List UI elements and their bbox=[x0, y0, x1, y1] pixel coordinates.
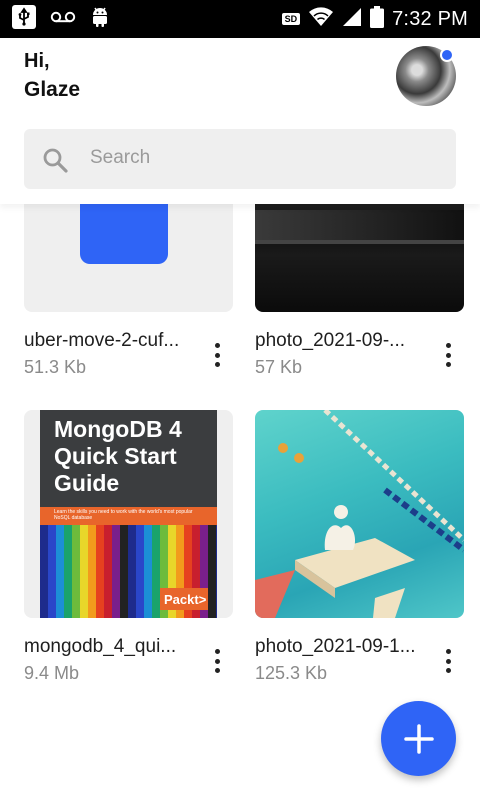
book-title: MongoDB 4 Quick Start Guide bbox=[54, 416, 182, 497]
book-tagline-band: Learn the skills you need to work with t… bbox=[40, 507, 217, 525]
status-bar: SD 7:32 PM bbox=[0, 0, 480, 38]
status-left bbox=[12, 4, 110, 34]
search-bar[interactable] bbox=[24, 129, 456, 189]
add-file-button[interactable] bbox=[381, 701, 456, 776]
battery-icon bbox=[370, 5, 385, 33]
wifi-icon bbox=[308, 6, 334, 32]
android-icon bbox=[90, 6, 110, 33]
file-thumbnail[interactable]: MongoDB 4 Quick Start Guide Learn the sk… bbox=[24, 410, 233, 618]
book-cover: MongoDB 4 Quick Start Guide Learn the sk… bbox=[40, 410, 217, 618]
username: Glaze bbox=[24, 78, 81, 101]
publisher-logo: Packt> bbox=[160, 588, 208, 610]
usb-icon bbox=[12, 4, 36, 34]
file-size: 51.3 Kb bbox=[24, 357, 87, 377]
plus-icon bbox=[403, 723, 434, 754]
file-size: 9.4 Mb bbox=[24, 663, 80, 683]
signal-icon bbox=[342, 7, 362, 32]
file-thumbnail[interactable] bbox=[255, 410, 464, 618]
file-name: uber-move-2-cuf... bbox=[24, 330, 180, 351]
more-vert-icon[interactable] bbox=[207, 340, 227, 370]
file-name: photo_2021-09-... bbox=[255, 330, 406, 351]
book-title-line: Quick Start bbox=[54, 443, 177, 469]
status-time: 7:32 PM bbox=[392, 7, 468, 30]
status-right: SD 7:32 PM bbox=[281, 5, 468, 33]
greeting: Hi, bbox=[24, 50, 50, 72]
pool-illustration bbox=[255, 410, 464, 618]
file-size: 125.3 Kb bbox=[255, 663, 328, 683]
photo-detail bbox=[255, 210, 464, 240]
more-vert-icon[interactable] bbox=[438, 646, 458, 676]
voicemail-icon bbox=[50, 10, 76, 29]
book-tagline: Learn the skills you need to work with t… bbox=[54, 509, 193, 521]
search-icon bbox=[43, 148, 68, 173]
photo-detail bbox=[255, 240, 464, 244]
sd-card-icon: SD bbox=[281, 13, 301, 25]
file-name: photo_2021-09-1... bbox=[255, 636, 416, 657]
book-title-line: MongoDB 4 bbox=[54, 416, 182, 442]
file-name: mongodb_4_qui... bbox=[24, 636, 177, 657]
header: Hi, Glaze bbox=[0, 38, 480, 204]
more-vert-icon[interactable] bbox=[438, 340, 458, 370]
notification-dot bbox=[440, 48, 454, 62]
book-title-line: Guide bbox=[54, 470, 120, 496]
search-input[interactable] bbox=[90, 147, 410, 169]
file-size: 57 Kb bbox=[255, 357, 303, 377]
more-vert-icon[interactable] bbox=[207, 646, 227, 676]
